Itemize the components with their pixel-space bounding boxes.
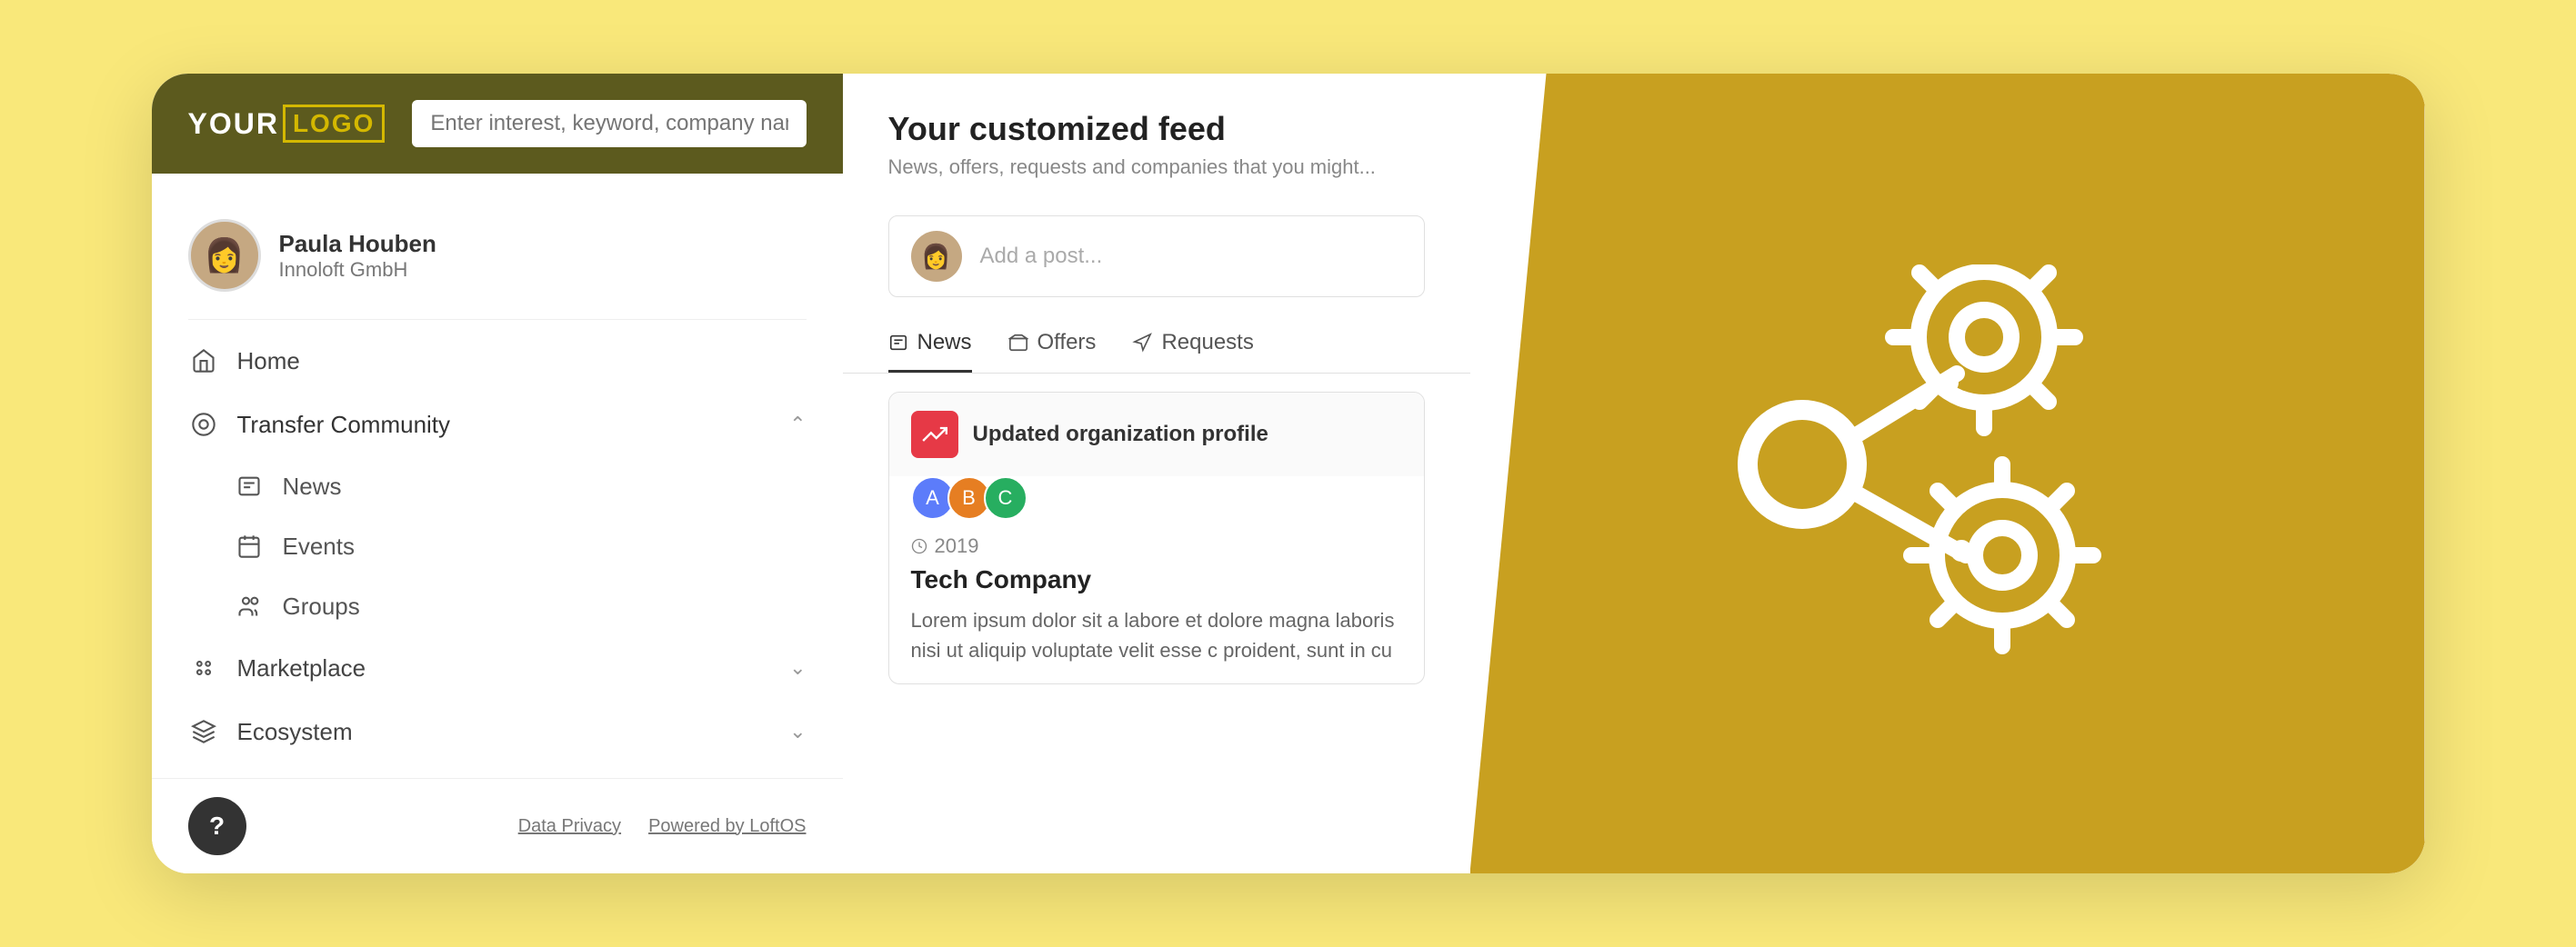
chevron-up-icon: ⌃ <box>789 413 806 436</box>
sidebar-item-marketplace[interactable]: Marketplace ⌄ <box>152 636 843 700</box>
user-info: Paula Houben Innoloft GmbH <box>279 230 436 282</box>
sidebar-item-ecosystem-label: Ecosystem <box>237 718 772 746</box>
top-bar: YOUR LOGO <box>152 74 843 174</box>
sidebar: 👩 Paula Houben Innoloft GmbH Home <box>152 174 843 778</box>
transfer-community-icon <box>188 409 219 440</box>
right-golden-panel <box>1470 74 2425 873</box>
user-company: Innoloft GmbH <box>279 258 436 282</box>
feed-card: Updated organization profile A B C 2019 … <box>888 392 1425 684</box>
chevron-down-marketplace-icon: ⌄ <box>789 656 806 680</box>
sidebar-item-transfer-community-label: Transfer Community <box>237 411 772 439</box>
footer-links: Data Privacy Powered by LoftOS <box>518 816 807 837</box>
search-bar[interactable] <box>412 100 806 147</box>
marketplace-icon <box>188 653 219 683</box>
sidebar-item-events-label: Events <box>283 533 356 561</box>
logo-your: YOUR <box>188 107 279 141</box>
home-icon <box>188 345 219 376</box>
data-privacy-link[interactable]: Data Privacy <box>518 816 621 837</box>
powered-by-link[interactable]: Powered by LoftOS <box>648 816 806 837</box>
tab-news-label: News <box>917 330 972 355</box>
chevron-down-ecosystem-icon: ⌄ <box>789 720 806 743</box>
sidebar-footer: ? Data Privacy Powered by LoftOS <box>152 778 843 873</box>
org-avatars: A B C <box>889 476 1424 520</box>
sidebar-item-knowledge-transfer[interactable]: Knowledge Transfer & Coaching <box>152 763 843 778</box>
org-avatar-3: C <box>984 476 1027 520</box>
sidebar-item-news-label: News <box>283 473 342 501</box>
sidebar-item-marketplace-label: Marketplace <box>237 654 772 683</box>
card-icon <box>911 411 958 458</box>
card-year: 2019 <box>889 520 1424 565</box>
tab-offers[interactable]: Offers <box>1008 315 1097 373</box>
transfer-icon-graphic <box>1675 246 2220 701</box>
nav-divider <box>188 319 807 320</box>
tab-requests[interactable]: Requests <box>1132 315 1253 373</box>
card-company-name: Tech Company <box>889 565 1424 605</box>
card-badge-title: Updated organization profile <box>973 422 1268 447</box>
sidebar-item-events[interactable]: Events <box>152 516 843 576</box>
tab-offers-label: Offers <box>1037 330 1097 355</box>
ecosystem-icon <box>188 716 219 747</box>
sidebar-item-ecosystem[interactable]: Ecosystem ⌄ <box>152 700 843 763</box>
logo-box: LOGO <box>283 105 385 143</box>
user-name: Paula Houben <box>279 230 436 258</box>
card-year-value: 2019 <box>935 534 979 558</box>
sidebar-item-home[interactable]: Home <box>152 329 843 393</box>
user-section: 👩 Paula Houben Innoloft GmbH <box>152 201 843 319</box>
sidebar-item-news[interactable]: News <box>152 456 843 516</box>
app-window: YOUR LOGO 👩 Paula Houben Innoloft GmbH <box>152 74 2425 873</box>
feed-subtitle: News, offers, requests and companies tha… <box>888 155 1425 179</box>
tab-news[interactable]: News <box>888 315 972 373</box>
post-input-placeholder[interactable]: Add a post... <box>980 244 1402 269</box>
logo: YOUR LOGO <box>188 105 386 143</box>
left-panel: YOUR LOGO 👩 Paula Houben Innoloft GmbH <box>152 74 843 873</box>
feed-tabs: News Offers Requests <box>843 315 1470 374</box>
help-button[interactable]: ? <box>188 797 246 855</box>
card-header: Updated organization profile <box>889 393 1424 476</box>
sidebar-item-transfer-community[interactable]: Transfer Community ⌃ <box>152 393 843 456</box>
feed-content: Updated organization profile A B C 2019 … <box>843 374 1470 703</box>
events-icon <box>234 531 265 562</box>
search-input[interactable] <box>430 111 787 136</box>
main-content: Your customized feed News, offers, reque… <box>843 74 1470 873</box>
sidebar-item-groups-label: Groups <box>283 593 360 621</box>
feed-header: Your customized feed News, offers, reque… <box>843 74 1470 197</box>
news-icon <box>234 471 265 502</box>
tab-requests-label: Requests <box>1161 330 1253 355</box>
avatar: 👩 <box>188 219 261 292</box>
sidebar-item-groups[interactable]: Groups <box>152 576 843 636</box>
card-text: Lorem ipsum dolor sit a labore et dolore… <box>889 605 1424 683</box>
post-composer[interactable]: 👩 Add a post... <box>888 215 1425 297</box>
sidebar-item-home-label: Home <box>237 347 807 375</box>
groups-icon <box>234 591 265 622</box>
feed-title: Your customized feed <box>888 110 1425 148</box>
post-composer-avatar: 👩 <box>911 231 962 282</box>
